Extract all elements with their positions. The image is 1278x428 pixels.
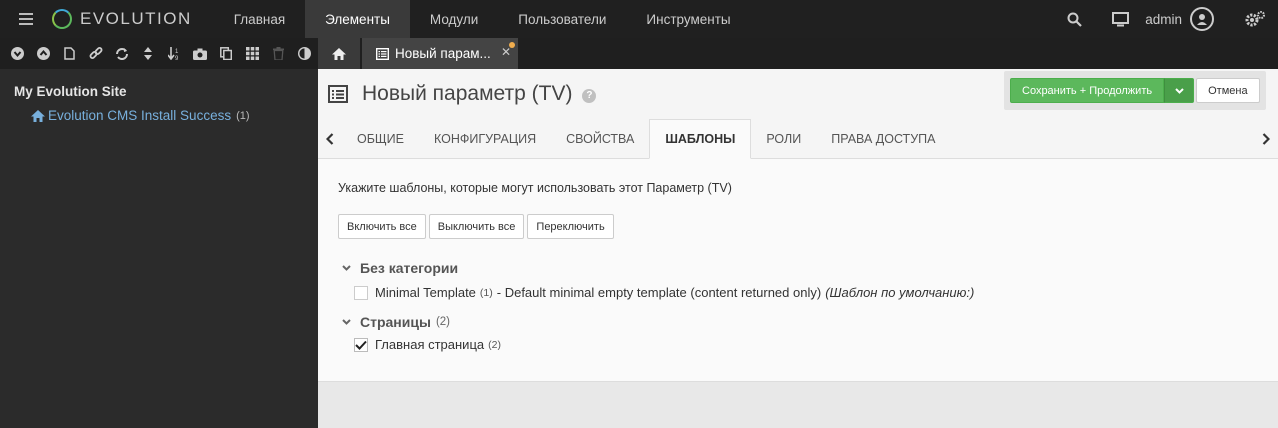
sidebar: 19 My Evolution Site Evolution CMS Insta… — [0, 38, 318, 428]
category-count: (2) — [435, 316, 450, 328]
save-continue-button[interactable]: Сохранить + Продолжить — [1010, 78, 1165, 103]
checkmark-icon — [355, 340, 367, 350]
category-pages[interactable]: Страницы (2) — [342, 314, 450, 330]
template-id: (2) — [488, 338, 501, 351]
tab-templates[interactable]: ШАБЛОНЫ — [649, 119, 752, 159]
tabs-bar: ОБЩИЕ КОНФИГУРАЦИЯ СВОЙСТВА ШАБЛОНЫ РОЛИ… — [318, 119, 1278, 159]
document-tab[interactable]: Новый парам... ✕ — [362, 38, 518, 69]
template-actions: Включить все Выключить все Переключить — [338, 214, 617, 239]
page-title: Новый параметр (TV) ? — [328, 82, 597, 106]
list-icon — [328, 85, 348, 103]
chevron-down-icon — [342, 265, 351, 271]
svg-text:1: 1 — [175, 49, 179, 55]
include-all-button[interactable]: Включить все — [338, 214, 426, 239]
category-uncategorized[interactable]: Без категории — [342, 260, 458, 276]
page-title-text: Новый параметр (TV) — [362, 82, 573, 105]
template-item[interactable]: Главная страница (2) — [354, 337, 505, 352]
chevron-left-icon[interactable] — [318, 119, 342, 158]
exclude-all-button[interactable]: Выключить все — [428, 214, 525, 239]
category-name: Без категории — [360, 260, 459, 276]
document-tabs: Новый парам... ✕ — [318, 38, 1278, 69]
user-name[interactable]: admin — [1145, 12, 1182, 27]
template-default-note: (Шаблон по умолчанию:) — [825, 285, 975, 300]
logo[interactable]: EVOLUTION — [52, 0, 192, 38]
new-weblink-icon[interactable] — [83, 38, 109, 69]
top-navbar: EVOLUTION Главная Элементы Модули Пользо… — [0, 0, 1278, 38]
toggle-button[interactable]: Переключить — [527, 214, 614, 239]
template-checkbox[interactable] — [354, 285, 368, 300]
template-name: Minimal Template — [375, 285, 476, 300]
unsaved-indicator — [509, 42, 515, 48]
home-tab[interactable] — [318, 38, 360, 69]
home-icon — [332, 47, 346, 60]
nav-home[interactable]: Главная — [214, 0, 305, 38]
template-name: Главная страница — [375, 337, 485, 352]
chevron-down-icon — [342, 319, 351, 325]
tab-configuration[interactable]: КОНФИГУРАЦИЯ — [419, 119, 551, 158]
tree-node-home[interactable]: Evolution CMS Install Success (1) — [30, 108, 318, 123]
tree-node-label: Evolution CMS Install Success — [48, 108, 232, 123]
menu-toggle-icon[interactable] — [0, 0, 52, 38]
template-description: - Default minimal empty template (conten… — [496, 285, 822, 300]
logo-text: EVOLUTION — [80, 9, 192, 28]
refresh-icon[interactable] — [109, 38, 135, 69]
tree-node-count: (1) — [236, 109, 250, 122]
chevron-right-icon[interactable] — [1254, 119, 1278, 159]
tab-access-rights[interactable]: ПРАВА ДОСТУПА — [816, 119, 950, 158]
copy-icon[interactable] — [213, 38, 239, 69]
collapse-tree-icon[interactable] — [30, 38, 56, 69]
document-tab-label: Новый парам... — [395, 46, 491, 61]
nav-modules[interactable]: Модули — [410, 0, 498, 38]
save-options-dropdown[interactable] — [1164, 78, 1195, 103]
tab-roles[interactable]: РОЛИ — [751, 119, 816, 158]
user-avatar-icon[interactable] — [1190, 7, 1214, 31]
template-item[interactable]: Minimal Template (1) - Default minimal e… — [354, 285, 974, 300]
cancel-button[interactable]: Отмена — [1196, 78, 1260, 103]
tab-properties[interactable]: СВОЙСТВА — [551, 119, 649, 158]
template-id: (1) — [479, 286, 493, 299]
help-icon[interactable]: ? — [582, 88, 597, 103]
home-icon — [30, 109, 46, 123]
search-icon[interactable] — [1051, 0, 1097, 38]
list-icon — [376, 47, 389, 60]
action-buttons: Сохранить + Продолжить Отмена — [1004, 71, 1266, 110]
category-name: Страницы — [360, 314, 431, 330]
svg-text:9: 9 — [175, 56, 179, 60]
templates-panel: Укажите шаблоны, которые могут использов… — [318, 159, 1278, 382]
settings-gears-icon[interactable] — [1232, 0, 1278, 38]
nav-elements[interactable]: Элементы — [305, 0, 410, 38]
trash-icon[interactable] — [266, 38, 292, 69]
new-document-icon[interactable] — [56, 38, 82, 69]
theme-toggle-icon[interactable] — [292, 38, 318, 69]
tree-toolbar: 19 — [0, 38, 318, 69]
sort-icon[interactable] — [135, 38, 161, 69]
templates-description: Укажите шаблоны, которые могут использов… — [338, 181, 732, 195]
grid-icon[interactable] — [240, 38, 266, 69]
camera-icon[interactable] — [187, 38, 213, 69]
tab-general[interactable]: ОБЩИЕ — [342, 119, 419, 158]
page-header: Новый параметр (TV) ? Сохранить + Продол… — [318, 69, 1278, 119]
main-content: Новый параметр (TV) ? Сохранить + Продол… — [318, 69, 1278, 428]
sort-order-icon[interactable]: 19 — [161, 38, 187, 69]
site-name[interactable]: My Evolution Site — [14, 84, 318, 99]
monitor-icon[interactable] — [1097, 0, 1143, 38]
template-checkbox[interactable] — [354, 337, 368, 352]
chevron-down-icon — [1174, 87, 1184, 94]
nav-tools[interactable]: Инструменты — [626, 0, 750, 38]
logo-icon — [52, 9, 72, 29]
expand-tree-icon[interactable] — [4, 38, 30, 69]
nav-users[interactable]: Пользователи — [498, 0, 626, 38]
